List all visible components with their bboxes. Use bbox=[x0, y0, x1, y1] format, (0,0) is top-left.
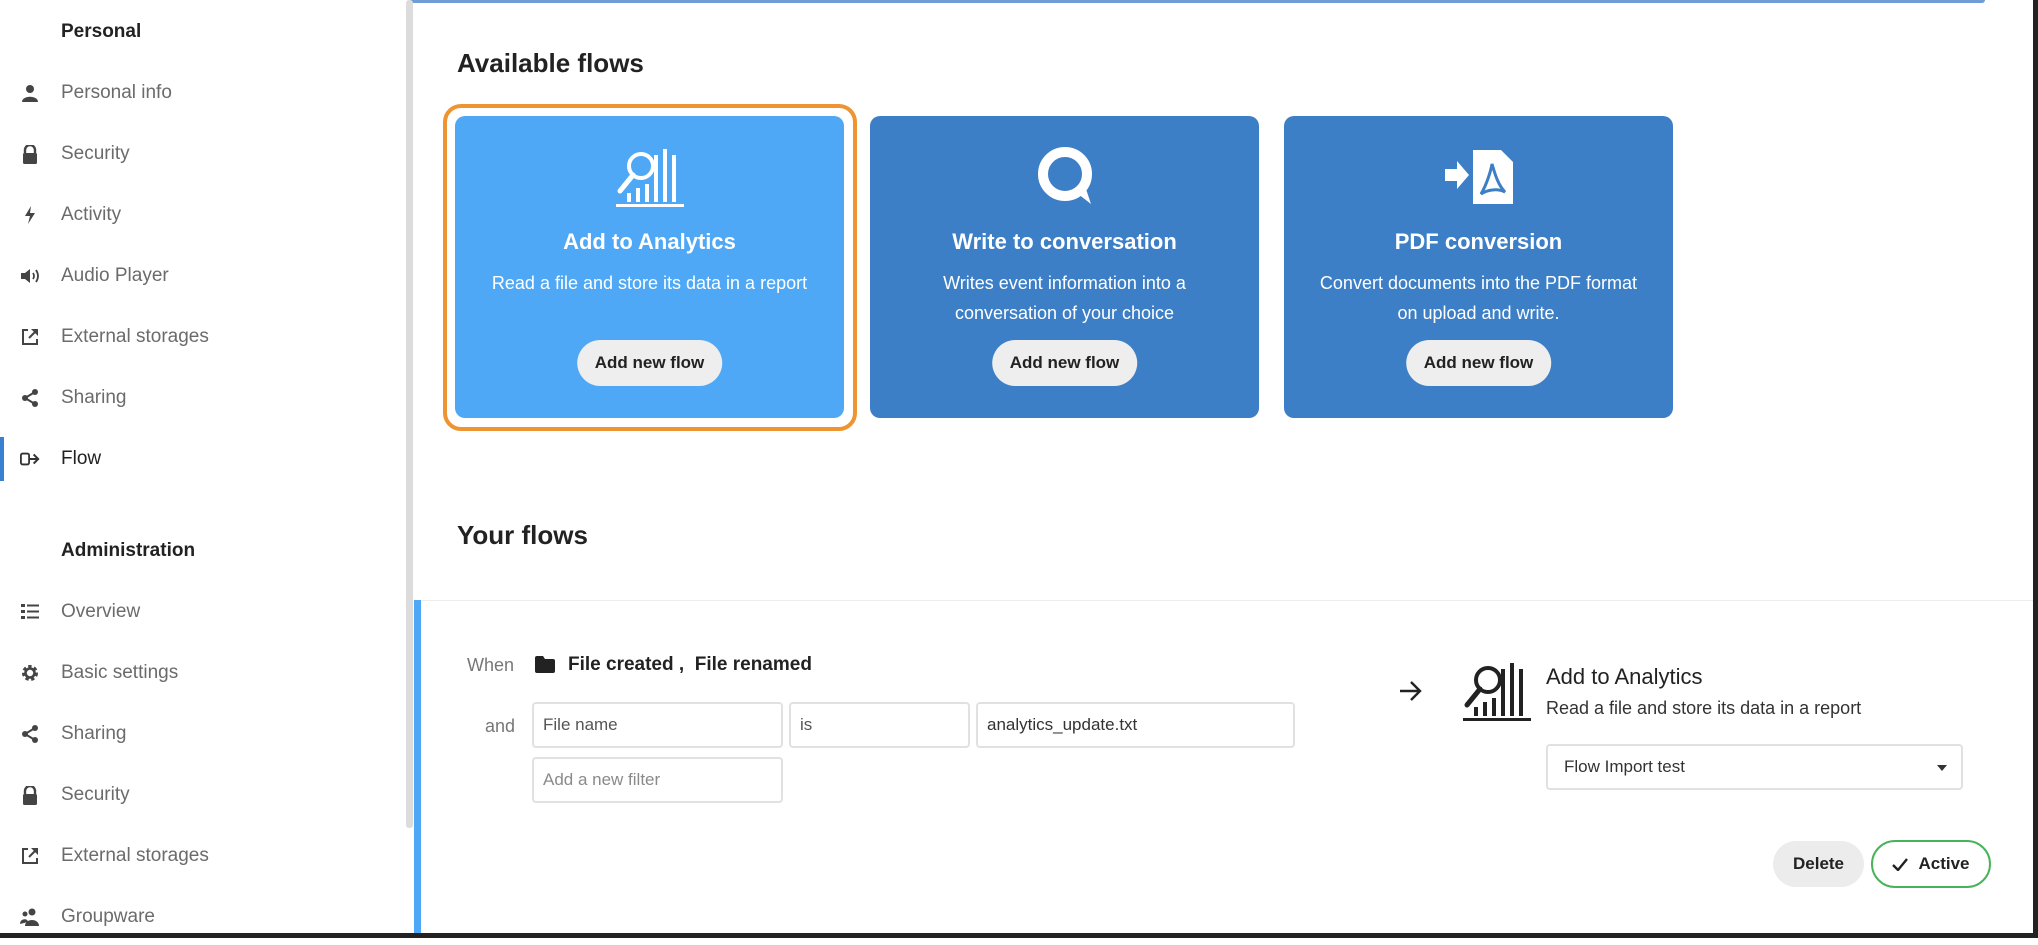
action-title: Add to Analytics bbox=[1546, 664, 1703, 689]
list-icon bbox=[20, 602, 40, 622]
card-description-line: Convert documents into the PDF format bbox=[1319, 273, 1638, 293]
filter-field-select[interactable]: File name bbox=[532, 702, 783, 748]
settings-sidebar: Personal Personal info Security Activity… bbox=[0, 0, 410, 933]
flow-icon bbox=[20, 449, 40, 469]
sidebar-item-audio-player[interactable]: Audio Player bbox=[0, 248, 405, 304]
speaker-icon bbox=[20, 266, 40, 286]
available-flows-heading: Available flows bbox=[457, 48, 644, 78]
sidebar-item-security[interactable]: Security bbox=[0, 126, 405, 182]
lock-icon bbox=[20, 144, 40, 164]
sidebar-item-label: Personal info bbox=[61, 82, 172, 103]
chevron-down-icon bbox=[1937, 765, 1947, 771]
sidebar-item-label: External storages bbox=[61, 326, 209, 347]
sidebar-item-flow[interactable]: Flow bbox=[0, 431, 405, 487]
sidebar-item-label: Groupware bbox=[61, 906, 155, 927]
action-description: Read a file and store its data in a repo… bbox=[1546, 698, 1862, 718]
lightning-icon bbox=[20, 205, 40, 225]
report-select[interactable]: Flow Import test bbox=[1546, 744, 1963, 790]
when-label: When bbox=[467, 655, 515, 675]
sidebar-item-admin-sharing[interactable]: Sharing bbox=[0, 706, 405, 762]
lock-icon bbox=[20, 785, 40, 805]
sidebar-item-label: Basic settings bbox=[61, 662, 179, 683]
section-heading-personal: Personal bbox=[61, 21, 142, 42]
flow-card-write-to-conversation[interactable]: Write to conversation Writes event infor… bbox=[870, 116, 1259, 418]
sidebar-item-admin-external-storages[interactable]: External storages bbox=[0, 828, 405, 884]
checkmark-icon bbox=[1892, 857, 1909, 871]
card-description-line: on upload and write. bbox=[1397, 303, 1560, 323]
add-new-flow-button[interactable]: Add new flow bbox=[991, 340, 1138, 386]
analytics-icon bbox=[614, 146, 686, 208]
sidebar-item-label: Flow bbox=[61, 448, 102, 469]
card-description: Convert documents into the PDF format on … bbox=[1298, 268, 1659, 328]
talk-icon bbox=[1029, 146, 1101, 208]
sidebar-item-label: Activity bbox=[61, 204, 122, 225]
pdf-icon bbox=[1443, 146, 1515, 208]
sidebar-item-personal-info[interactable]: Personal info bbox=[0, 65, 405, 121]
section-heading-administration: Administration bbox=[61, 540, 196, 561]
share-icon bbox=[20, 388, 40, 408]
sidebar-item-external-storages[interactable]: External storages bbox=[0, 309, 405, 365]
delete-button[interactable]: Delete bbox=[1773, 841, 1864, 887]
folder-icon bbox=[535, 656, 555, 678]
add-filter-input[interactable]: Add a new filter bbox=[532, 757, 783, 803]
sidebar-item-label: Security bbox=[61, 143, 130, 164]
sidebar-item-overview[interactable]: Overview bbox=[0, 584, 405, 640]
card-description: Writes event information into a conversat… bbox=[884, 268, 1245, 328]
external-link-icon bbox=[20, 327, 40, 347]
filter-operator-select[interactable]: is bbox=[789, 702, 970, 748]
sidebar-item-label: Overview bbox=[61, 601, 141, 622]
flow-card-pdf-conversion[interactable]: PDF conversion Convert documents into th… bbox=[1284, 116, 1673, 418]
add-new-flow-button[interactable]: Add new flow bbox=[576, 340, 723, 386]
arrow-right-icon bbox=[1399, 680, 1423, 707]
card-description-line: Writes event information into a bbox=[943, 273, 1186, 293]
and-label: and bbox=[485, 716, 516, 736]
card-description-line: Read a file and store its data in a repo… bbox=[491, 273, 808, 293]
sidebar-item-activity[interactable]: Activity bbox=[0, 187, 405, 243]
gear-icon bbox=[20, 663, 40, 683]
active-label: Active bbox=[1918, 854, 1970, 873]
card-description-line: conversation of your choice bbox=[954, 303, 1175, 323]
add-new-flow-button[interactable]: Add new flow bbox=[1405, 340, 1552, 386]
window-frame-bottom bbox=[0, 933, 2038, 938]
sidebar-item-sharing[interactable]: Sharing bbox=[0, 370, 405, 426]
flow-rule-accent-bar bbox=[414, 600, 421, 933]
sidebar-item-admin-security[interactable]: Security bbox=[0, 767, 405, 823]
sidebar-item-basic-settings[interactable]: Basic settings bbox=[0, 645, 405, 701]
window-frame-right bbox=[2033, 0, 2038, 938]
sidebar-item-label: Audio Player bbox=[61, 265, 169, 286]
report-select-value: Flow Import test bbox=[1564, 757, 1685, 776]
flow-card-add-to-analytics[interactable]: Add to Analytics Read a file and store i… bbox=[455, 116, 844, 418]
person-icon bbox=[20, 83, 40, 103]
sidebar-item-label: Sharing bbox=[61, 723, 127, 744]
card-title: PDF conversion bbox=[1394, 229, 1563, 254]
card-description: Read a file and store its data in a repo… bbox=[469, 268, 830, 298]
card-title: Add to Analytics bbox=[563, 229, 736, 254]
sidebar-item-label: External storages bbox=[61, 845, 209, 866]
filter-value-input[interactable]: analytics_update.txt bbox=[976, 702, 1295, 748]
share-icon bbox=[20, 724, 40, 744]
external-link-icon bbox=[20, 846, 40, 866]
trigger-events[interactable]: File created , File renamed bbox=[568, 654, 812, 676]
your-flows-heading: Your flows bbox=[457, 520, 588, 550]
sidebar-scrollbar[interactable] bbox=[406, 0, 413, 828]
analytics-icon bbox=[1461, 660, 1533, 727]
sidebar-item-label: Sharing bbox=[61, 387, 127, 408]
group-icon bbox=[20, 907, 40, 927]
sidebar-item-label: Security bbox=[61, 784, 130, 805]
card-title: Write to conversation bbox=[952, 229, 1177, 254]
active-toggle-button[interactable]: Active bbox=[1871, 840, 1991, 888]
